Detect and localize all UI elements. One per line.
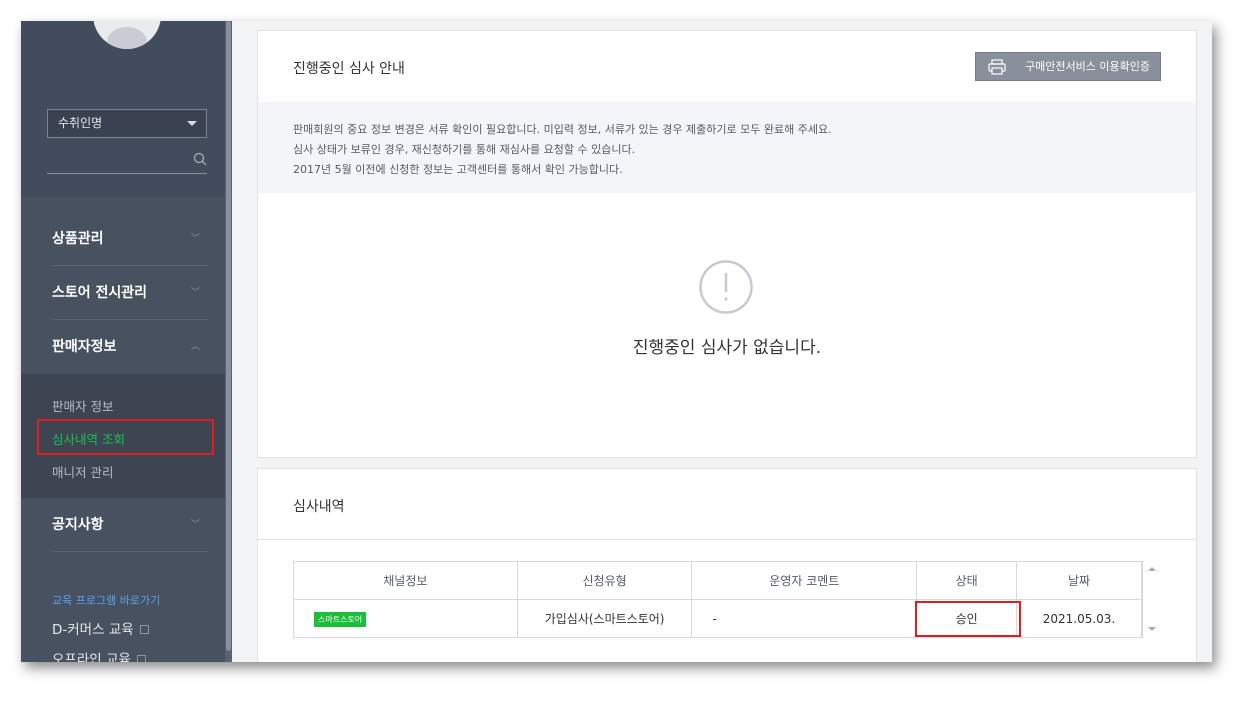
channel-badge: 스마트스토어 — [314, 611, 367, 627]
notice-line: 심사 상태가 보류인 경우, 재신청하기를 통해 재심사를 요청할 수 있습니다… — [293, 143, 636, 156]
page-title: 진행중인 심사 안내 — [293, 61, 405, 77]
notice-line: 판매회원의 중요 정보 변경은 서류 확인이 필요합니다. 미입력 정보, 서류… — [293, 123, 832, 136]
notice-box: 판매회원의 중요 정보 변경은 서류 확인이 필요합니다. 미입력 정보, 서류… — [258, 102, 1196, 193]
type-cell: 가입심사(스마트스토어) — [516, 599, 693, 638]
sidebar-item-notice[interactable]: 공지사항 ﹀ — [52, 499, 208, 552]
submenu-item-seller-info[interactable]: 판매자 정보 — [52, 396, 113, 415]
column-header: 날짜 — [1016, 561, 1142, 600]
search-input[interactable] — [47, 173, 207, 174]
channel-cell: 스마트스토어 — [293, 599, 518, 638]
column-header: 운영자 코멘트 — [691, 561, 918, 600]
print-certificate-button[interactable]: 구매안전서비스 이용확인증 — [975, 52, 1161, 81]
sidebar: 수취인명 상품관리 ﹀ 스토어 전시관리 ﹀ 판매자정보 ︿ 판매자 정보 심사… — [21, 21, 232, 662]
history-table: 채널정보 신청유형 운영자 코멘트 상태 날짜 스마트스토어 가입심사(스마트스… — [293, 561, 1162, 638]
highlight-box — [915, 601, 1021, 637]
sidebar-item-seller-info[interactable]: 판매자정보 ︿ — [52, 321, 208, 374]
comment-cell: - — [691, 599, 918, 638]
edu-item-label: 오프라인 교육 — [52, 652, 131, 662]
app-window: 수취인명 상품관리 ﹀ 스토어 전시관리 ﹀ 판매자정보 ︿ 판매자 정보 심사… — [21, 21, 1212, 662]
chevron-down-icon: ﹀ — [190, 234, 200, 244]
chevron-down-icon: ﹀ — [190, 520, 200, 530]
history-title: 심사내역 — [293, 499, 345, 515]
sidebar-item-label: 상품관리 — [52, 231, 104, 247]
dropdown-arrow-icon — [187, 121, 197, 126]
search-type-value: 수취인명 — [58, 116, 103, 130]
printer-icon — [988, 59, 1006, 75]
table-row[interactable]: 스마트스토어 가입심사(스마트스토어) - 승인 2021.05.03. — [293, 599, 1162, 638]
history-header: 심사내역 — [258, 469, 1196, 540]
empty-message: 진행중인 심사가 없습니다. — [632, 338, 822, 358]
chevron-down-icon: ﹀ — [190, 288, 200, 298]
column-header: 상태 — [916, 561, 1018, 600]
sidebar-item-label: 판매자정보 — [52, 339, 117, 355]
column-header: 채널정보 — [293, 561, 518, 600]
sidebar-item-label: 공지사항 — [52, 517, 104, 533]
external-link-icon — [139, 625, 149, 634]
scrollbar-thumb[interactable] — [226, 21, 231, 651]
date-cell: 2021.05.03. — [1016, 599, 1142, 638]
chevron-up-icon: ︿ — [190, 342, 200, 352]
sidebar-scrollbar[interactable] — [225, 21, 232, 662]
external-link-icon — [136, 655, 146, 662]
sidebar-item-store-display[interactable]: 스토어 전시관리 ﹀ — [52, 267, 208, 320]
search-icon[interactable] — [193, 152, 207, 166]
search-type-select[interactable]: 수취인명 — [47, 109, 207, 138]
edu-item-offline[interactable]: 오프라인 교육 — [52, 648, 146, 662]
edu-item-dcommerce[interactable]: D-커머스 교육 — [52, 618, 149, 638]
review-notice-card: 진행중인 심사 안내 구매안전서비스 이용확인증 판매회원의 중요 정보 변경은… — [257, 30, 1197, 458]
scroll-down-icon[interactable] — [1148, 627, 1156, 631]
print-button-label: 구매안전서비스 이용확인증 — [1025, 60, 1150, 73]
column-header: 신청유형 — [516, 561, 693, 600]
highlight-box — [37, 419, 214, 455]
sidebar-item-label: 스토어 전시관리 — [52, 285, 148, 301]
review-history-card: 심사내역 채널정보 신청유형 운영자 코멘트 상태 날짜 스마트스토어 가입심사… — [257, 468, 1197, 662]
avatar[interactable] — [93, 21, 161, 49]
warning-icon — [699, 260, 753, 314]
scroll-up-icon[interactable] — [1148, 567, 1156, 571]
edu-item-label: D-커머스 교육 — [52, 622, 134, 638]
notice-line: 2017년 5월 이전에 신청한 정보는 고객센터를 통해서 확인 가능합니다. — [293, 163, 623, 176]
table-header-row: 채널정보 신청유형 운영자 코멘트 상태 날짜 — [293, 561, 1162, 600]
sidebar-item-product[interactable]: 상품관리 ﹀ — [52, 213, 208, 266]
submenu-item-manager[interactable]: 매니저 관리 — [52, 462, 113, 481]
table-scrollbar[interactable] — [1142, 561, 1161, 638]
edu-program-link[interactable]: 교육 프로그램 바로가기 — [52, 592, 160, 608]
